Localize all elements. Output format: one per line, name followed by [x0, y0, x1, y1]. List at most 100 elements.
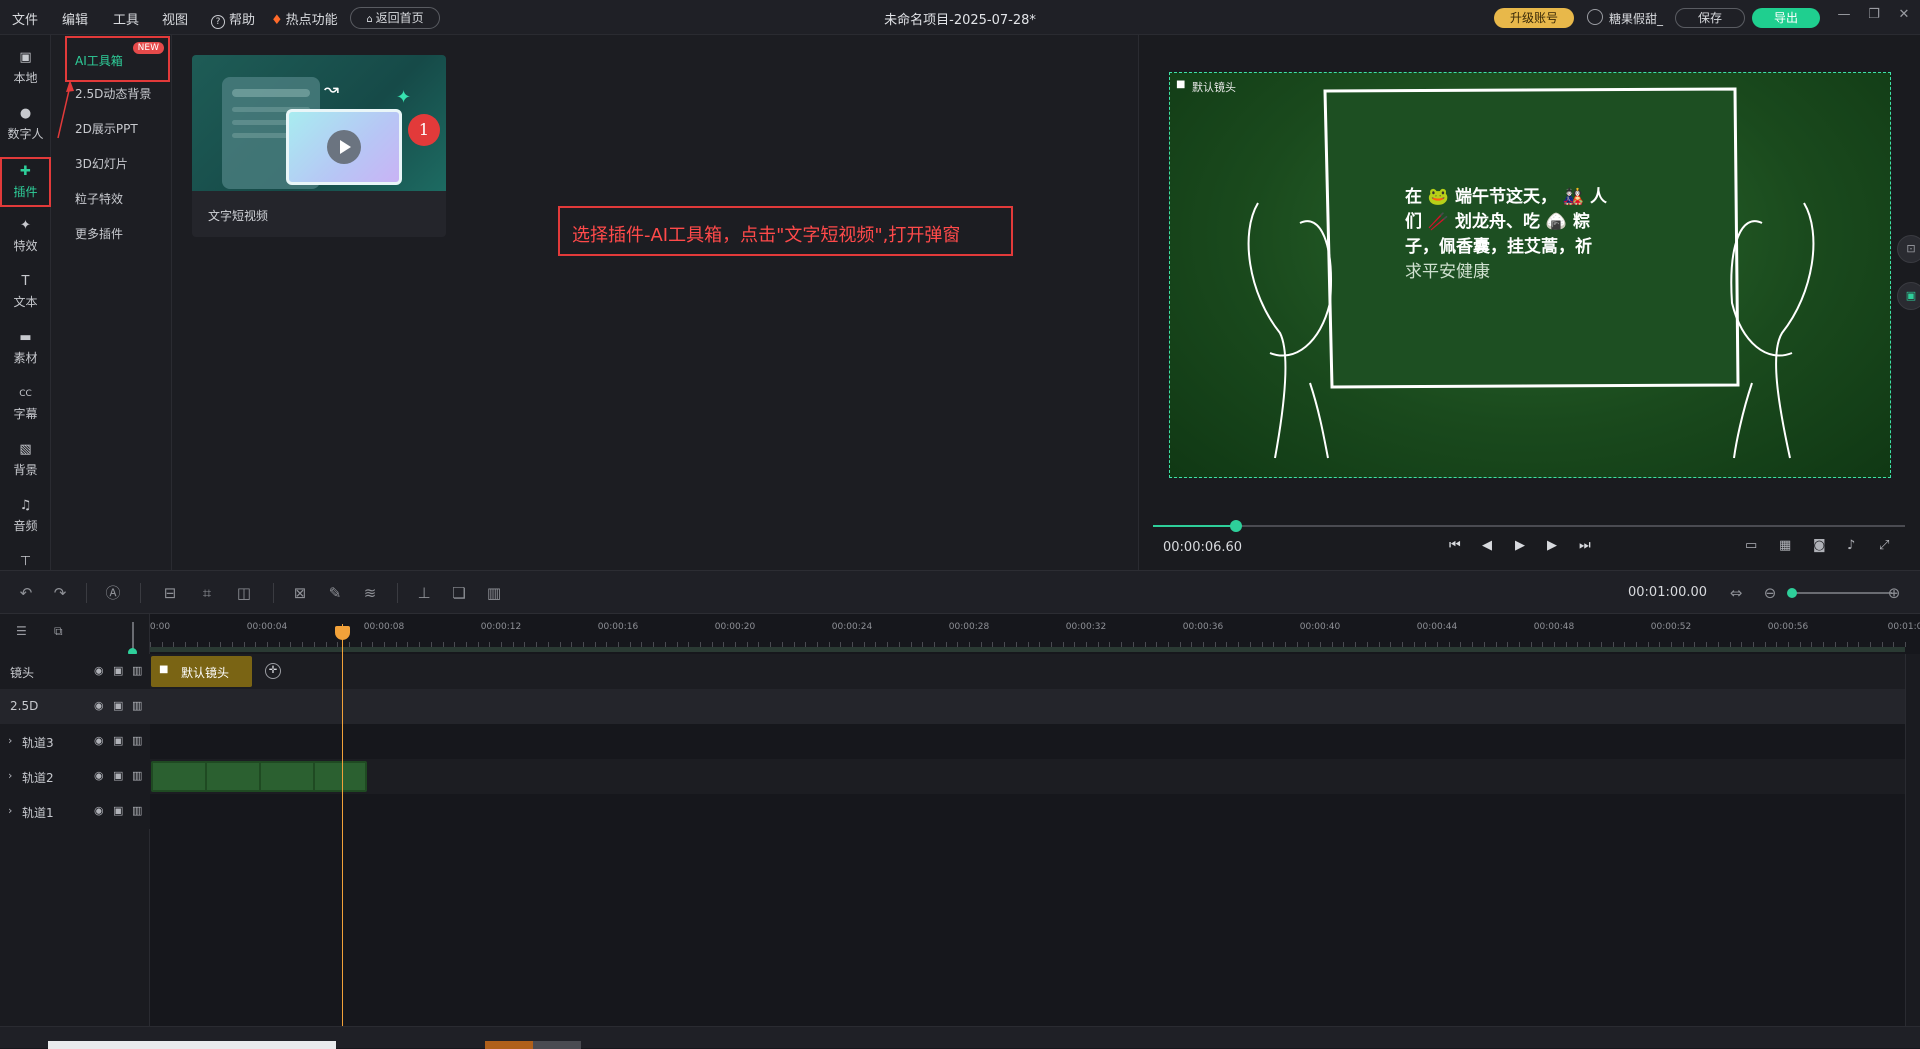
lock-icon[interactable]: ▣	[113, 699, 123, 712]
playback-progress-track[interactable]	[1153, 520, 1905, 532]
sub-item-25d-bg[interactable]: 2.5D动态背景	[75, 85, 151, 102]
timeline-scrollbar[interactable]	[1905, 654, 1920, 1026]
eye-icon[interactable]: ◉	[94, 734, 104, 747]
screenshot-icon[interactable]: ◙	[1813, 538, 1826, 553]
eye-icon[interactable]: ◉	[94, 769, 104, 782]
skip-start-icon[interactable]: ⏮	[1449, 538, 1461, 553]
expand-icon[interactable]: ›	[8, 734, 12, 747]
playback-progress-fill	[1153, 525, 1236, 527]
card-thumbnail: ↝ ✦	[192, 55, 446, 191]
user-name[interactable]: 糖果假甜_	[1609, 10, 1663, 27]
sidebar-item-background[interactable]: ▧ 背景	[0, 435, 51, 485]
time-ruler[interactable]: 0:00 00:00:04 00:00:08 00:00:12 00:00:16 00:0…	[150, 614, 1920, 650]
video-clip[interactable]	[151, 761, 367, 792]
skip-end-icon[interactable]: ⏭	[1579, 538, 1591, 553]
layers-icon[interactable]: ≋	[360, 583, 380, 603]
delete-icon[interactable]: ▥	[484, 583, 504, 603]
sidebar-item-captions[interactable]: CC 字幕	[0, 379, 51, 429]
lock-icon[interactable]: ▣	[113, 664, 123, 677]
fullscreen-icon[interactable]: ⤢	[1879, 538, 1889, 553]
trash-icon[interactable]: ▥	[132, 769, 142, 782]
sidebar-item-digital-human[interactable]: ● 数字人	[0, 99, 51, 149]
aspect-ratio-icon[interactable]: ▭	[1745, 538, 1757, 553]
preview-caption: 在 🐸 端午节这天， 🎎 人 们 🥢 划龙舟、吃 🍙 粽 子，佩香囊，挂艾蒿，祈…	[1405, 185, 1675, 285]
crop-icon[interactable]: ⌗	[197, 583, 217, 603]
sub-item-more-plugins[interactable]: 更多插件	[75, 225, 123, 242]
add-keyframe-icon[interactable]: ✛	[265, 663, 281, 679]
sidebar-item-effects[interactable]: ✦ 特效	[0, 211, 51, 261]
undo-icon[interactable]: ↶	[16, 583, 36, 603]
sidebar-item-local[interactable]: ▣ 本地	[0, 43, 51, 93]
track-settings-icon[interactable]: ☰	[16, 624, 27, 638]
fit-screen-button[interactable]: ⊡	[1897, 235, 1920, 263]
resize-icon[interactable]: ⊟	[160, 583, 180, 603]
right-arm-inner	[1733, 382, 1753, 459]
step-back-icon[interactable]: ◀︎	[1482, 538, 1492, 553]
play-icon[interactable]: ▶	[1515, 538, 1525, 553]
sub-item-3d-slides[interactable]: 3D幻灯片	[75, 155, 128, 172]
lock-icon[interactable]: ▣	[113, 804, 123, 817]
volume-icon[interactable]: ♪	[1847, 538, 1855, 553]
expand-icon[interactable]: ›	[8, 769, 12, 782]
grid-icon[interactable]: ▦	[1779, 538, 1791, 553]
minimize-icon[interactable]: —	[1834, 7, 1854, 27]
left-hand	[1269, 220, 1332, 357]
text-short-video-card[interactable]: ↝ ✦ 文字短视频	[192, 55, 446, 237]
text-icon: T	[21, 274, 30, 289]
preview-canvas[interactable]: ■ 默认镜头 在 🐸 端午节这天， 🎎 人 们 🥢 划龙舟、吃 🍙 粽 子，佩香…	[1169, 72, 1891, 478]
sparkle-icon: ✦	[396, 87, 412, 108]
expand-icon[interactable]: ›	[8, 804, 12, 817]
zoom-slider-handle[interactable]	[1787, 588, 1797, 598]
replace-icon[interactable]: ⊠	[290, 583, 310, 603]
track-head-3: › 轨道3 ◉ ▣ ▥	[0, 724, 150, 759]
camera-clip[interactable]: ■ 默认镜头	[151, 656, 252, 687]
track-row-2: › 轨道2 ◉ ▣ ▥	[0, 759, 1905, 794]
fit-timeline-icon[interactable]: ⇔	[1726, 583, 1746, 603]
trash-icon[interactable]: ▥	[132, 804, 142, 817]
right-hand	[1730, 220, 1793, 357]
sub-item-particles[interactable]: 粒子特效	[75, 190, 123, 207]
ruler-label: 00:00:40	[1299, 622, 1341, 632]
sub-item-2d-ppt[interactable]: 2D展示PPT	[75, 120, 138, 137]
step-forward-icon[interactable]: ▶︎	[1547, 538, 1557, 553]
sidebar-item-plugins[interactable]: ✚ 插件	[0, 157, 51, 207]
sidebar-label: 本地	[13, 71, 38, 85]
timeline: ☰ ⧉ 0:00 00:00:04 00:00:08 00:00:12 00:00:16…	[0, 614, 1920, 1026]
lock-icon[interactable]: ▣	[113, 734, 123, 747]
caption-line: 子，佩香囊，挂艾蒿，祈	[1405, 237, 1592, 257]
mirror-icon[interactable]: ◫	[234, 583, 254, 603]
lock-icon[interactable]: ▣	[113, 769, 123, 782]
close-icon[interactable]: ✕	[1894, 7, 1914, 27]
upgrade-button[interactable]: 升级账号	[1494, 8, 1574, 28]
trash-icon[interactable]: ▥	[132, 664, 142, 677]
zoom-slider[interactable]	[1787, 588, 1892, 598]
lock-button[interactable]: ▣	[1897, 282, 1920, 310]
ai-toolbox-item[interactable]: AI工具箱 NEW	[65, 36, 170, 82]
trash-icon[interactable]: ▥	[132, 734, 142, 747]
redo-icon[interactable]: ↷	[50, 583, 70, 603]
zoom-in-icon[interactable]: ⊕	[1884, 583, 1904, 603]
sidebar-item-audio[interactable]: ♫ 音频	[0, 491, 51, 541]
zoom-out-icon[interactable]: ⊖	[1760, 583, 1780, 603]
sidebar-item-more[interactable]: ⊤	[0, 547, 51, 569]
ruler-label: 00:00:32	[1065, 622, 1107, 632]
preview-panel: ■ 默认镜头 在 🐸 端午节这天， 🎎 人 们 🥢 划龙舟、吃 🍙 粽 子，佩香…	[1138, 35, 1920, 570]
save-button[interactable]: 保存	[1675, 8, 1745, 28]
sidebar-item-materials[interactable]: ▬ 素材	[0, 323, 51, 373]
export-button[interactable]: 导出	[1752, 8, 1820, 28]
add-track-icon[interactable]: ⧉	[54, 624, 63, 639]
eye-icon[interactable]: ◉	[94, 699, 104, 712]
track-head-25d: 2.5D ◉ ▣ ▥	[0, 689, 150, 724]
playback-progress-handle[interactable]	[1229, 520, 1242, 532]
trash-icon[interactable]: ▥	[132, 699, 142, 712]
restore-icon[interactable]: ❐	[1864, 7, 1884, 27]
eye-icon[interactable]: ◉	[94, 664, 104, 677]
auto-icon[interactable]: Ⓐ	[103, 583, 123, 603]
eye-icon[interactable]: ◉	[94, 804, 104, 817]
split-icon[interactable]: ⊥	[414, 583, 434, 603]
sidebar-item-text[interactable]: T 文本	[0, 267, 51, 317]
ruler-label: 00:00:56	[1767, 622, 1809, 632]
copy-icon[interactable]: ❏	[449, 583, 469, 603]
work-area-bar[interactable]	[150, 647, 1905, 652]
edit-icon[interactable]: ✎	[325, 583, 345, 603]
